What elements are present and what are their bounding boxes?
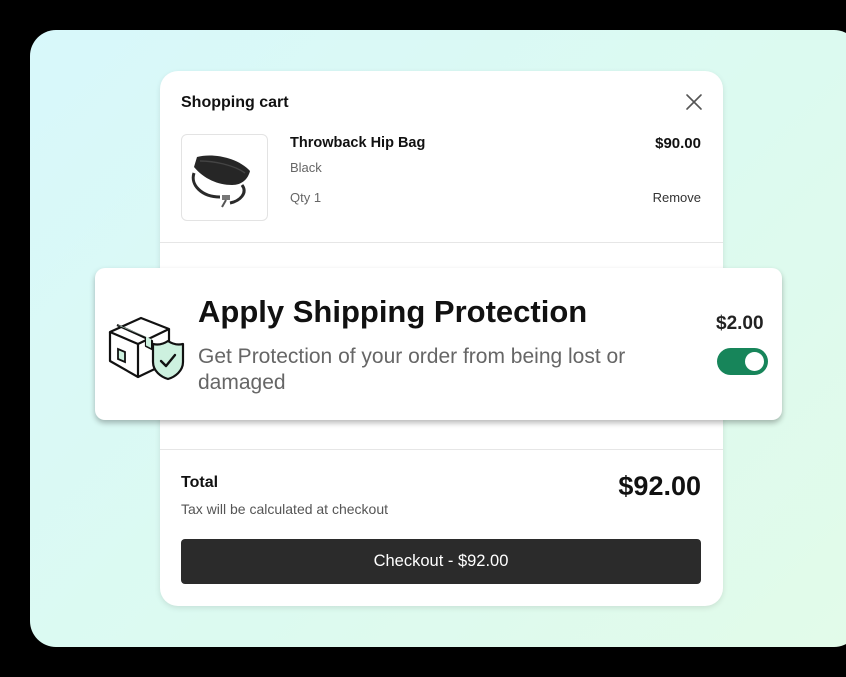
total-amount: $92.00	[618, 471, 701, 501]
protection-price: $2.00	[716, 313, 764, 334]
product-variant: Black	[290, 160, 322, 175]
protection-description: Get Protection of your order from being …	[198, 345, 626, 394]
toggle-knob	[745, 352, 764, 371]
product-image	[181, 134, 268, 221]
divider	[160, 242, 723, 243]
hip-bag-icon	[191, 155, 250, 208]
total-label: Total	[181, 474, 219, 491]
protection-toggle[interactable]	[717, 348, 768, 375]
package-shield-icon	[108, 316, 185, 381]
product-price: $90.00	[655, 135, 701, 152]
product-name[interactable]: Throwback Hip Bag	[290, 135, 425, 151]
close-icon[interactable]	[683, 91, 705, 113]
cart-title: Shopping cart	[181, 94, 289, 111]
checkout-button[interactable]: Checkout - $92.00	[181, 539, 701, 584]
product-quantity: Qty 1	[290, 190, 322, 205]
tax-note: Tax will be calculated at checkout	[181, 501, 388, 517]
divider	[160, 449, 723, 450]
protection-title: Apply Shipping Protection	[198, 294, 588, 329]
shipping-protection-card: Apply Shipping Protection Get Protection…	[95, 268, 782, 420]
remove-button[interactable]: Remove	[653, 190, 701, 205]
